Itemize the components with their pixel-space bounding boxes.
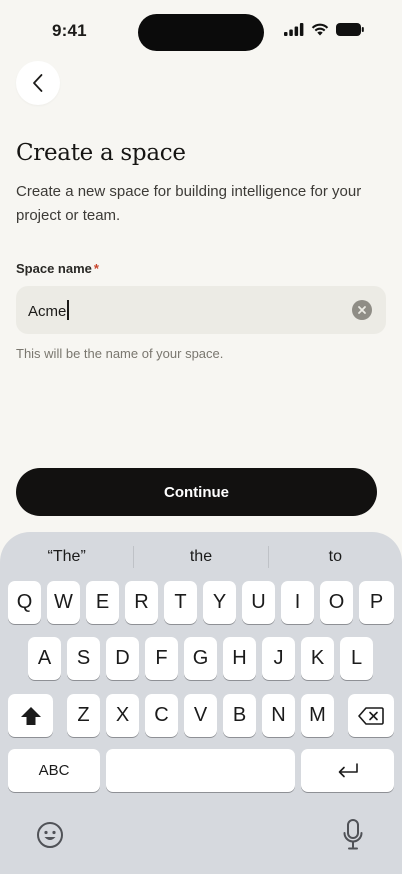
key-s[interactable]: S: [67, 637, 100, 680]
space-name-input[interactable]: Acme: [28, 300, 70, 320]
space-name-label-text: Space name: [16, 261, 92, 276]
key-q[interactable]: Q: [8, 581, 41, 624]
abc-key[interactable]: ABC: [8, 749, 100, 792]
key-h[interactable]: H: [223, 637, 256, 680]
dynamic-island: [138, 14, 264, 51]
suggestion-item[interactable]: “The”: [0, 548, 133, 566]
suggestion-item[interactable]: the: [134, 548, 267, 566]
key-n[interactable]: N: [262, 694, 295, 737]
chevron-left-icon: [33, 74, 43, 92]
delete-key[interactable]: [348, 694, 394, 737]
key-g[interactable]: G: [184, 637, 217, 680]
key-x[interactable]: X: [106, 694, 139, 737]
key-t[interactable]: T: [164, 581, 197, 624]
space-name-field[interactable]: Acme: [16, 286, 386, 334]
status-icons: [284, 23, 364, 36]
microphone-icon: [343, 819, 363, 850]
helper-text: This will be the name of your space.: [16, 346, 224, 361]
key-k[interactable]: K: [301, 637, 334, 680]
emoji-button[interactable]: [36, 821, 64, 854]
key-d[interactable]: D: [106, 637, 139, 680]
clear-input-button[interactable]: [352, 300, 372, 320]
space-name-label: Space name *: [16, 261, 99, 276]
shift-icon: [20, 706, 41, 725]
wifi-icon: [311, 23, 329, 36]
dictation-button[interactable]: [343, 819, 363, 856]
on-screen-keyboard: “The” the to Q W E R T Y U I O P A S D F…: [0, 532, 402, 874]
back-button[interactable]: [16, 61, 60, 105]
cellular-signal-icon: [284, 23, 304, 36]
return-icon: [338, 762, 358, 777]
key-c[interactable]: C: [145, 694, 178, 737]
key-z[interactable]: Z: [67, 694, 100, 737]
close-icon: [358, 306, 366, 314]
page-title: Create a space: [16, 140, 186, 166]
key-p[interactable]: P: [359, 581, 394, 624]
key-r[interactable]: R: [125, 581, 158, 624]
suggestion-item[interactable]: to: [269, 548, 402, 566]
required-marker: *: [93, 261, 99, 276]
space-key[interactable]: [106, 749, 295, 792]
key-m[interactable]: M: [301, 694, 334, 737]
status-bar: 9:41: [0, 0, 402, 62]
key-i[interactable]: I: [281, 581, 314, 624]
key-o[interactable]: O: [320, 581, 353, 624]
suggestion-bar: “The” the to: [0, 542, 402, 572]
key-f[interactable]: F: [145, 637, 178, 680]
status-time: 9:41: [52, 21, 87, 40]
page-description: Create a new space for building intellig…: [16, 183, 362, 224]
space-name-value: Acme: [28, 303, 67, 320]
text-caret: [67, 300, 70, 320]
key-w[interactable]: W: [47, 581, 80, 624]
backspace-icon: [358, 706, 384, 725]
key-b[interactable]: B: [223, 694, 256, 737]
key-a[interactable]: A: [28, 637, 61, 680]
battery-icon: [336, 23, 364, 36]
shift-key[interactable]: [8, 694, 53, 737]
return-key[interactable]: [301, 749, 394, 792]
key-j[interactable]: J: [262, 637, 295, 680]
key-u[interactable]: U: [242, 581, 275, 624]
key-v[interactable]: V: [184, 694, 217, 737]
key-l[interactable]: L: [340, 637, 373, 680]
key-e[interactable]: E: [86, 581, 119, 624]
emoji-icon: [37, 822, 63, 848]
key-y[interactable]: Y: [203, 581, 236, 624]
continue-button[interactable]: Continue: [16, 468, 377, 516]
